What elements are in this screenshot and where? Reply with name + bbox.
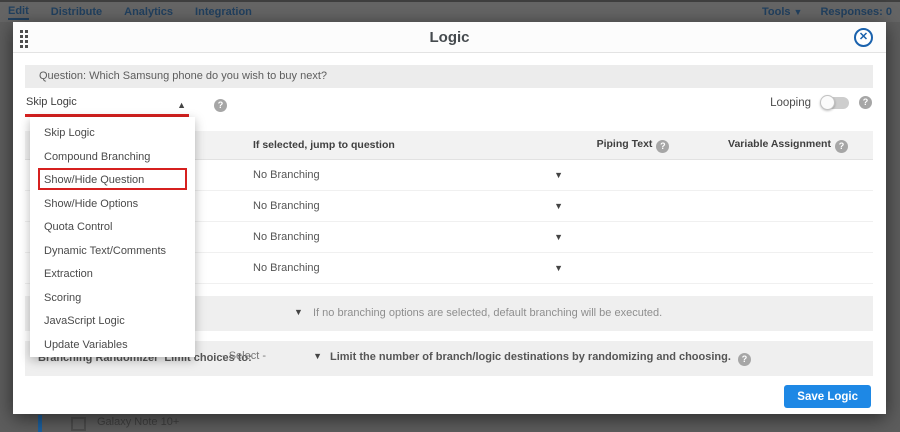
variable-column-header: Variable Assignment? xyxy=(703,138,873,153)
help-icon[interactable]: ? xyxy=(859,96,872,109)
jump-to-select[interactable]: No Branching▼ xyxy=(253,200,563,212)
menu-item-skip-logic[interactable]: Skip Logic xyxy=(30,122,195,146)
nav-tab-analytics[interactable]: Analytics xyxy=(124,6,173,18)
tools-menu[interactable]: Tools▼ xyxy=(762,6,802,18)
logic-type-select[interactable]: Skip Logic ▲ xyxy=(26,96,188,115)
help-icon[interactable]: ? xyxy=(738,353,751,366)
default-branching-note: If no branching options are selected, de… xyxy=(313,307,662,319)
nav-tab-integration[interactable]: Integration xyxy=(195,6,252,18)
answer-checkbox xyxy=(71,417,86,431)
logic-type-dropdown-menu: Skip Logic Compound Branching Show/Hide … xyxy=(30,117,195,357)
menu-item-show-hide-question[interactable]: Show/Hide Question xyxy=(30,169,195,193)
menu-item-show-hide-options[interactable]: Show/Hide Options xyxy=(30,193,195,217)
looping-control: Looping ? xyxy=(770,96,872,109)
menu-item-extraction[interactable]: Extraction xyxy=(30,263,195,287)
jump-to-select[interactable]: No Branching▼ xyxy=(253,231,563,243)
modal-title: Logic xyxy=(13,22,886,53)
chevron-down-icon: ▼ xyxy=(554,170,563,180)
chevron-down-icon: ▼ xyxy=(554,201,563,211)
default-branching-select[interactable]: ▼ xyxy=(294,307,303,317)
chevron-up-icon: ▲ xyxy=(177,100,186,110)
logic-type-value: Skip Logic xyxy=(26,96,77,108)
randomizer-note: Limit the number of branch/logic destina… xyxy=(330,351,751,366)
menu-item-quota-control[interactable]: Quota Control xyxy=(30,216,195,240)
question-accent-bar xyxy=(38,415,42,432)
menu-item-scoring[interactable]: Scoring xyxy=(30,287,195,311)
chevron-down-icon: ▼ xyxy=(794,7,803,17)
menu-item-update-variables[interactable]: Update Variables xyxy=(30,334,195,358)
menu-item-dynamic-text-comments[interactable]: Dynamic Text/Comments xyxy=(30,240,195,264)
responses-count: Responses: 0 xyxy=(820,6,892,18)
menu-item-compound-branching[interactable]: Compound Branching xyxy=(30,146,195,170)
modal-header: Logic ✕ xyxy=(13,22,886,53)
looping-label: Looping xyxy=(770,97,811,109)
save-logic-button[interactable]: Save Logic xyxy=(784,385,871,408)
chevron-down-icon: ▼ xyxy=(554,232,563,242)
looping-toggle[interactable] xyxy=(821,97,849,109)
close-icon[interactable]: ✕ xyxy=(854,28,873,47)
jump-column-header: If selected, jump to question xyxy=(240,139,563,151)
help-icon[interactable]: ? xyxy=(656,140,669,153)
question-label: Question: Which Samsung phone do you wis… xyxy=(25,65,873,88)
logic-modal: Logic ✕ Question: Which Samsung phone do… xyxy=(13,22,886,414)
top-navbar: Edit Distribute Analytics Integration To… xyxy=(0,0,900,22)
answer-option-label: Galaxy Note 10+ xyxy=(97,416,179,428)
chevron-down-icon: ▼ xyxy=(554,263,563,273)
help-icon[interactable]: ? xyxy=(835,140,848,153)
jump-to-select[interactable]: No Branching▼ xyxy=(253,169,563,181)
nav-tab-distribute[interactable]: Distribute xyxy=(51,6,102,18)
limit-choices-select[interactable]: - Select - ▼ xyxy=(222,350,330,362)
piping-column-header: Piping Text? xyxy=(563,138,703,153)
chevron-down-icon: ▼ xyxy=(313,351,322,361)
menu-item-javascript-logic[interactable]: JavaScript Logic xyxy=(30,310,195,334)
jump-to-select[interactable]: No Branching▼ xyxy=(253,262,563,274)
help-icon[interactable]: ? xyxy=(214,99,227,112)
nav-tab-edit[interactable]: Edit xyxy=(8,5,29,20)
